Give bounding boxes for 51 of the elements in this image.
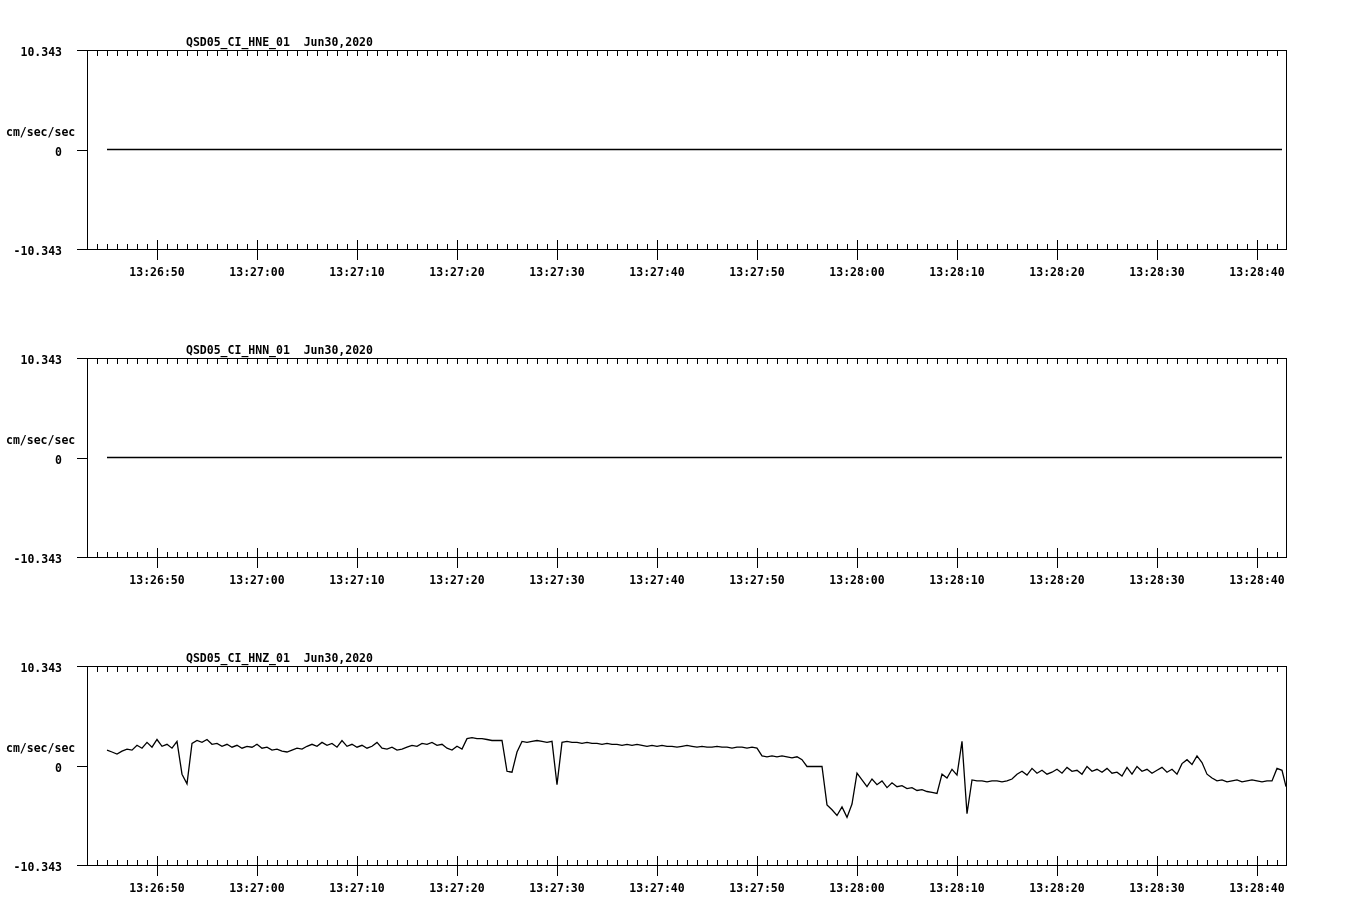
y-tick-label: 10.343 — [20, 45, 62, 59]
x-tick-label: 13:27:50 — [729, 881, 785, 895]
x-tick-label: 13:27:00 — [229, 265, 285, 279]
x-tick-label: 13:28:10 — [929, 881, 985, 895]
x-tick-label: 13:27:40 — [629, 265, 685, 279]
x-tick-label: 13:28:40 — [1229, 265, 1285, 279]
x-tick-label: 13:27:20 — [429, 265, 485, 279]
y-tick-label: 0 — [55, 761, 62, 775]
x-tick-label: 13:28:00 — [829, 881, 885, 895]
x-tick-label: 13:27:10 — [329, 265, 385, 279]
x-tick-label: 13:28:10 — [929, 573, 985, 587]
x-tick-label: 13:27:30 — [529, 573, 585, 587]
x-tick-label: 13:28:30 — [1129, 573, 1185, 587]
y-tick-label: 0 — [55, 453, 62, 467]
x-tick-label: 13:28:00 — [829, 265, 885, 279]
x-tick-label: 13:28:30 — [1129, 881, 1185, 895]
x-tick-label: 13:28:00 — [829, 573, 885, 587]
x-tick-label: 13:28:10 — [929, 265, 985, 279]
y-tick-label: 0 — [55, 145, 62, 159]
x-tick-label: 13:28:40 — [1229, 881, 1285, 895]
chart-title: QSD05_CI_HNN_01 Jun30,2020 — [186, 343, 373, 357]
x-tick-label: 13:28:40 — [1229, 573, 1285, 587]
y-axis-title: cm/sec/sec — [6, 125, 76, 139]
x-tick-label: 13:27:00 — [229, 573, 285, 587]
y-axis-title: cm/sec/sec — [6, 433, 76, 447]
y-tick-label: -10.343 — [13, 552, 62, 566]
x-tick-label: 13:27:20 — [429, 881, 485, 895]
chart-title: QSD05_CI_HNZ_01 Jun30,2020 — [186, 651, 373, 665]
x-tick-label: 13:27:40 — [629, 881, 685, 895]
x-tick-label: 13:27:00 — [229, 881, 285, 895]
x-tick-label: 13:28:20 — [1029, 573, 1085, 587]
y-axis-title: cm/sec/sec — [6, 741, 76, 755]
x-tick-label: 13:27:10 — [329, 881, 385, 895]
x-tick-label: 13:26:50 — [129, 265, 185, 279]
x-tick-label: 13:27:40 — [629, 573, 685, 587]
y-tick-label: 10.343 — [20, 661, 62, 675]
x-tick-label: 13:28:20 — [1029, 265, 1085, 279]
chart-title: QSD05_CI_HNE_01 Jun30,2020 — [186, 35, 373, 49]
x-tick-label: 13:28:30 — [1129, 265, 1185, 279]
x-tick-label: 13:26:50 — [129, 573, 185, 587]
y-tick-label: -10.343 — [13, 860, 62, 874]
x-tick-label: 13:27:30 — [529, 881, 585, 895]
x-tick-label: 13:27:50 — [729, 573, 785, 587]
x-tick-label: 13:26:50 — [129, 881, 185, 895]
x-tick-label: 13:27:50 — [729, 265, 785, 279]
y-tick-label: -10.343 — [13, 244, 62, 258]
x-tick-label: 13:28:20 — [1029, 881, 1085, 895]
x-tick-label: 13:27:10 — [329, 573, 385, 587]
y-tick-label: 10.343 — [20, 353, 62, 367]
x-tick-label: 13:27:30 — [529, 265, 585, 279]
x-tick-label: 13:27:20 — [429, 573, 485, 587]
